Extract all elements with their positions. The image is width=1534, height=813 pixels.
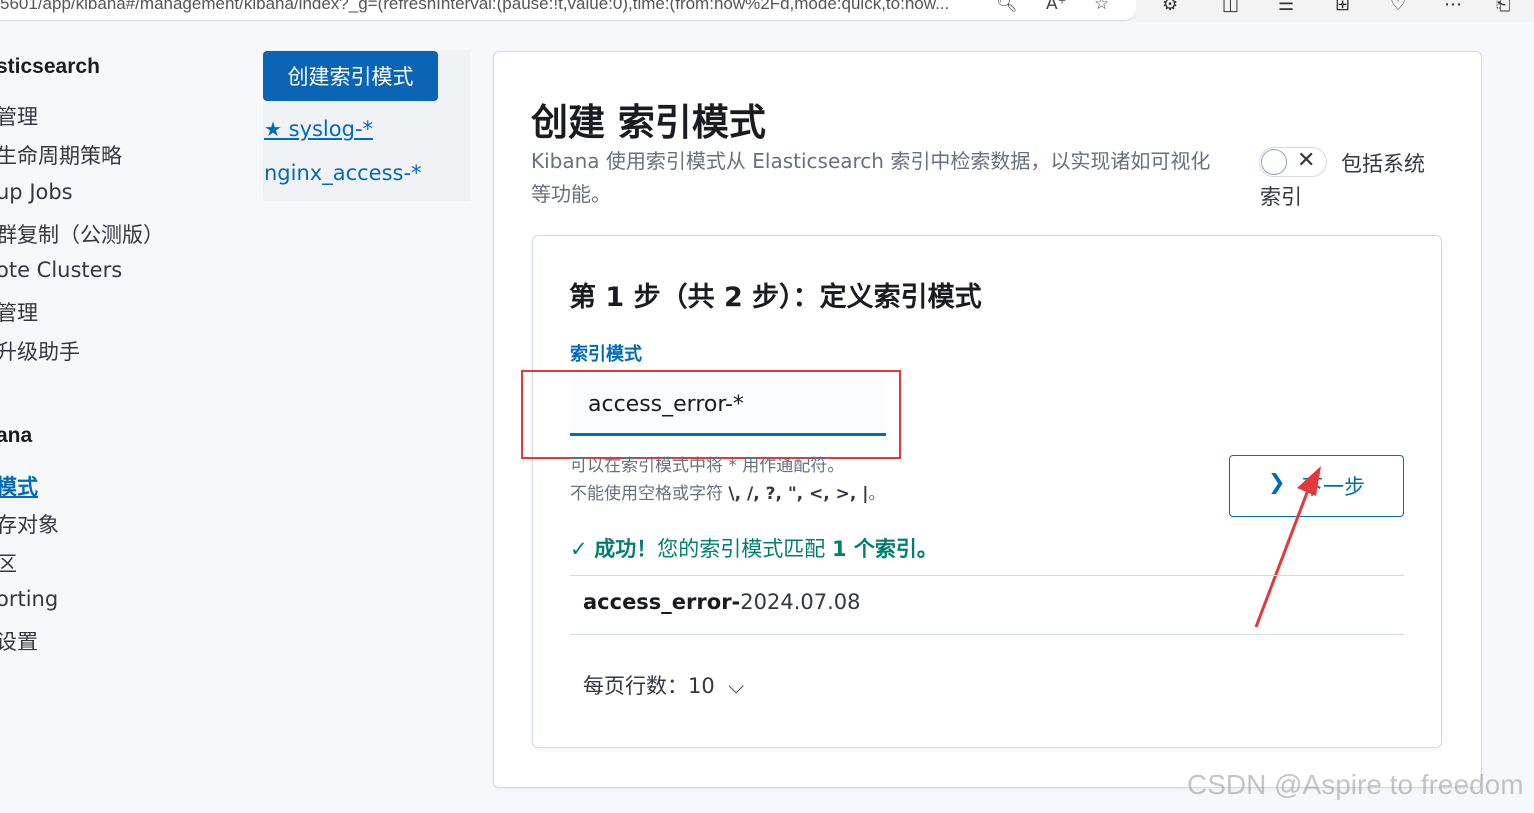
url-text[interactable]: 5601/app/kibana#/management/kibana/index…: [0, 0, 949, 14]
index-pattern-field-label: 索引模式: [570, 344, 642, 365]
extensions-icon[interactable]: ⚙: [1162, 0, 1178, 15]
rows-per-page-value: 10: [688, 674, 715, 698]
step-title: 第 1 步（共 2 步）：定义索引模式: [569, 282, 982, 313]
index-pattern-label: syslog-*: [288, 117, 374, 141]
field-help-text: 可以在索引模式中将 * 用作通配符。 不能使用空格或字符 \, /, ?, ",…: [570, 452, 886, 508]
page-description: Kibana 使用索引模式从 Elasticsearch 索引中检索数据，以实现…: [531, 149, 1211, 206]
sidebar-item-reporting[interactable]: orting: [0, 587, 58, 611]
sidebar-item-upgrade-assistant[interactable]: 升级助手: [0, 336, 80, 366]
browser-essentials-icon[interactable]: ♡: [1390, 0, 1406, 15]
page-title: 创建 索引模式: [531, 101, 766, 144]
help-line-forbidden-chars: 不能使用空格或字符 \, /, ?, ", <, >, |。: [570, 480, 886, 508]
matched-index-prefix: access_error-: [583, 590, 741, 614]
star-icon: ★: [264, 117, 282, 141]
match-success-message: ✓ 成功！您的索引模式匹配 1 个索引。: [570, 533, 938, 563]
matched-index-suffix: 2024.07.08: [740, 590, 861, 614]
help-line-wildcard: 可以在索引模式中将 * 用作通配符。: [570, 456, 845, 476]
sidebar-item-index-patterns[interactable]: 模式: [0, 471, 38, 501]
address-bar[interactable]: 5601/app/kibana#/management/kibana/index…: [0, 0, 1136, 21]
collections-icon[interactable]: ⊞: [1335, 0, 1350, 15]
table-divider-top: [570, 575, 1404, 576]
index-pattern-link[interactable]: nginx_access-*: [264, 161, 422, 185]
rows-per-page-label: 每页行数：: [583, 674, 688, 698]
sidebar-item-lifecycle-policies[interactable]: 生命周期策略: [0, 140, 122, 170]
sidebar-item-spaces[interactable]: 区: [0, 548, 17, 578]
more-icon[interactable]: ⋯: [1444, 0, 1462, 15]
check-icon: ✓: [570, 537, 595, 561]
next-step-label: 下一步: [1302, 475, 1365, 499]
success-text: 您的索引模式匹配: [657, 537, 832, 561]
sidebar-item-rollup-jobs[interactable]: up Jobs: [0, 180, 73, 204]
rows-per-page-selector[interactable]: 每页行数：10 ⌵: [583, 670, 744, 700]
create-index-pattern-button[interactable]: 创建索引模式: [263, 51, 438, 101]
matched-index-row: access_error-2024.07.08: [583, 590, 861, 614]
watermark: CSDN @Aspire to freedom: [1187, 769, 1524, 800]
read-aloud-icon[interactable]: A⁺: [1046, 0, 1067, 14]
help-prefix: 不能使用空格或字符: [570, 484, 729, 504]
include-system-indices-label: 包括系统索引: [1260, 152, 1425, 209]
share-icon[interactable]: ⎗: [1496, 0, 1510, 15]
zoom-icon[interactable]: 🔍︎: [996, 0, 1018, 14]
chevron-right-icon: ❯: [1268, 470, 1286, 494]
index-pattern-link-default[interactable]: ★ syslog-*: [264, 117, 373, 141]
success-count: 1 个索引。: [831, 537, 938, 561]
chevron-down-icon: ⌵: [728, 674, 745, 698]
sidebar-section-elasticsearch: sticsearch: [0, 55, 100, 78]
next-step-button[interactable]: ❯ 下一步: [1229, 455, 1404, 517]
sidebar-item-saved-objects[interactable]: 存对象: [0, 509, 59, 539]
sidebar-section-kibana: ana: [0, 424, 33, 447]
help-chars: \, /, ?, ", <, >, |: [728, 484, 869, 504]
sidebar-item-cross-cluster-replication[interactable]: 群复制（公测版）: [0, 219, 164, 249]
browser-toolbar: 5601/app/kibana#/management/kibana/index…: [0, 0, 1534, 22]
sidebar-item-license-management[interactable]: 管理: [0, 297, 38, 327]
split-screen-icon[interactable]: ◫: [1222, 0, 1239, 15]
sidebar-item-remote-clusters[interactable]: ote Clusters: [0, 258, 122, 282]
annotation-highlight-box: [521, 370, 901, 459]
success-prefix: 成功！: [594, 537, 658, 561]
sidebar-item-advanced-settings[interactable]: 设置: [0, 626, 38, 656]
help-suffix: 。: [868, 484, 886, 504]
table-divider-bottom: [570, 634, 1404, 635]
favorite-star-icon[interactable]: ☆: [1094, 0, 1109, 14]
sidebar-item-index-management[interactable]: 管理: [0, 101, 38, 131]
favorites-list-icon[interactable]: ☰: [1278, 0, 1294, 15]
